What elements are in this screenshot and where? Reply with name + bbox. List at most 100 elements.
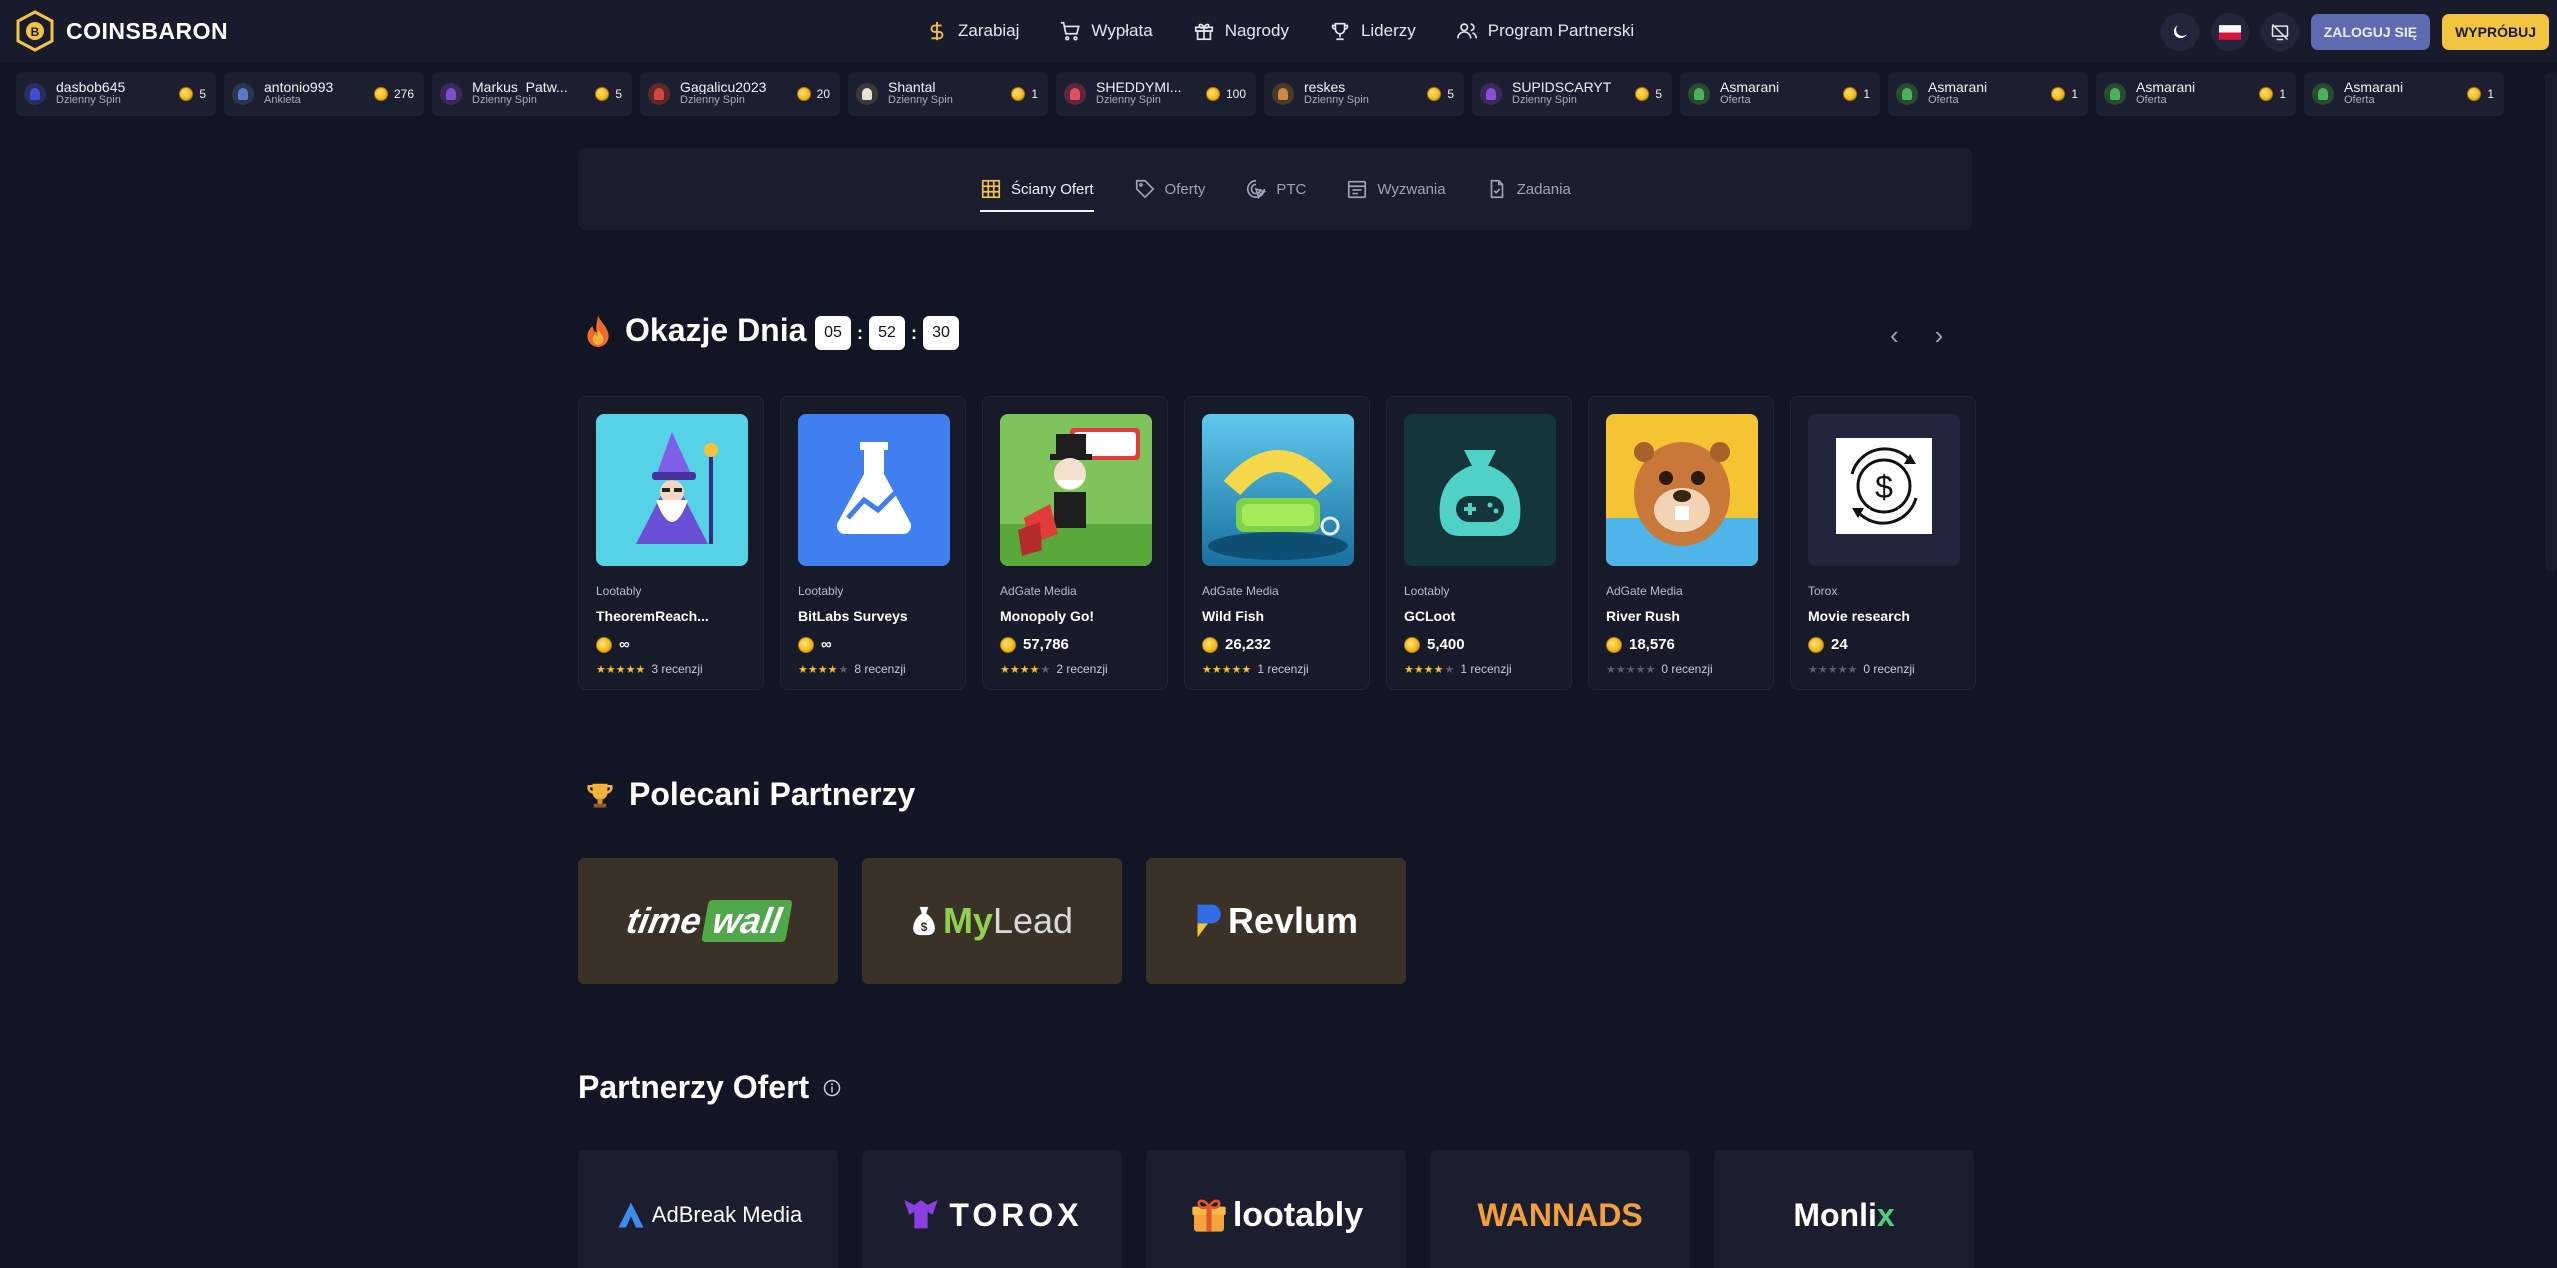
offer-card[interactable]: Lootably TheoremReach... ∞ ★★★★★ 3 recen… bbox=[578, 396, 764, 690]
partner-tile-adbreak[interactable]: AdBreak Media bbox=[578, 1150, 838, 1268]
tab-ptc[interactable]: PTC bbox=[1245, 148, 1306, 230]
feed-activity-type: Oferta bbox=[2136, 94, 2167, 106]
try-button[interactable]: WYPRÓBUJ bbox=[2442, 14, 2549, 50]
tab-offerwalls[interactable]: Ściany Ofert bbox=[980, 148, 1094, 230]
language-button[interactable] bbox=[2210, 13, 2249, 51]
tag-icon bbox=[1135, 179, 1154, 199]
beaver-image bbox=[1606, 414, 1758, 566]
tab-ptc-label: PTC bbox=[1276, 180, 1307, 198]
timewall-logo: time wall bbox=[623, 900, 793, 942]
partner-tile-monlix[interactable]: Monli x bbox=[1714, 1150, 1974, 1268]
tab-offers[interactable]: Oferty bbox=[1134, 148, 1205, 230]
coin-icon bbox=[1202, 636, 1218, 653]
header-actions: ZALOGUJ SIĘ WYPRÓBUJ bbox=[2160, 13, 2549, 51]
feed-activity-type: Dzienny Spin bbox=[888, 94, 953, 106]
offer-name: Movie research bbox=[1808, 608, 1910, 624]
offer-reviews: 0 recenzji bbox=[1661, 662, 1713, 676]
tab-tasks[interactable]: Zadania bbox=[1486, 148, 1571, 230]
chevron-left-icon[interactable]: ‹ bbox=[1890, 320, 1899, 351]
feed-item[interactable]: Shantal Dzienny Spin 1 bbox=[848, 72, 1048, 116]
feed-item[interactable]: Asmarani Oferta 1 bbox=[1680, 72, 1880, 116]
task-icon bbox=[1490, 179, 1503, 199]
brand-logo[interactable]: B COINSBARON bbox=[14, 10, 228, 52]
feed-item[interactable]: SHEDDYMI... Dzienny Spin 100 bbox=[1056, 72, 1256, 116]
offer-name: BitLabs Surveys bbox=[798, 608, 908, 624]
avatar bbox=[24, 83, 46, 105]
rating-stars: ★★★★★ bbox=[798, 663, 849, 676]
nav-leaders[interactable]: Liderzy bbox=[1329, 20, 1416, 42]
chevron-right-icon[interactable]: › bbox=[1935, 320, 1944, 351]
monlix-logo-text-b: x bbox=[1876, 1196, 1895, 1233]
feed-item[interactable]: Asmarani Oferta 1 bbox=[2096, 72, 2296, 116]
disable-animations-button[interactable] bbox=[2260, 13, 2299, 51]
theme-toggle-button[interactable] bbox=[2160, 13, 2199, 51]
feed-item[interactable]: Asmarani Oferta 1 bbox=[2304, 72, 2504, 116]
feed-item[interactable]: Markus_Patw... Dzienny Spin 5 bbox=[432, 72, 632, 116]
partner-tile-wannads[interactable]: WANNADS bbox=[1430, 1150, 1690, 1268]
rating-stars: ★★★★★ bbox=[1000, 663, 1051, 676]
nav-rewards[interactable]: Nagrody bbox=[1193, 20, 1289, 42]
tab-challenges[interactable]: Wyzwania bbox=[1346, 148, 1446, 230]
offer-card[interactable]: AdGate Media River Rush 18,576 ★★★★★ 0 r… bbox=[1588, 396, 1774, 690]
deals-title: Okazje Dnia bbox=[625, 312, 807, 348]
avatar bbox=[1896, 83, 1918, 105]
page-scrollbar[interactable] bbox=[2545, 72, 2557, 572]
offer-card[interactable]: AdGate Media Wild Fish 26,232 ★★★★★ 1 re… bbox=[1184, 396, 1370, 690]
offer-provider: Lootably bbox=[1404, 584, 1450, 598]
offer-reviews: 0 recenzji bbox=[1863, 662, 1915, 676]
earn-tabs-panel: Ściany Ofert Oferty PTC Wyzwania Zadania bbox=[578, 148, 1972, 230]
feed-item[interactable]: Asmarani Oferta 1 bbox=[1888, 72, 2088, 116]
feed-item[interactable]: Gagalicu2023 Dzienny Spin 20 bbox=[640, 72, 840, 116]
feed-activity-type: Dzienny Spin bbox=[1304, 94, 1369, 106]
partner-tile-torox[interactable]: TOROX bbox=[862, 1150, 1122, 1268]
feed-username: dasbob645 bbox=[56, 81, 126, 94]
feed-amount: 5 bbox=[615, 87, 622, 101]
offer-card[interactable]: $ Torox Movie research 24 ★★★★★ 0 recenz… bbox=[1790, 396, 1976, 690]
feed-username: Asmarani bbox=[1928, 81, 1988, 94]
feed-username: Gagalicu2023 bbox=[680, 81, 767, 94]
rating-stars: ★★★★★ bbox=[596, 663, 646, 676]
nav-earn[interactable]: Zarabiaj bbox=[926, 20, 1019, 42]
feed-activity-type: Oferta bbox=[2344, 94, 2375, 106]
feed-item[interactable]: antonio993 Ankieta 276 bbox=[224, 72, 424, 116]
nav-rewards-label: Nagrody bbox=[1224, 21, 1289, 40]
offer-card[interactable]: Lootably GCLoot 5,400 ★★★★ ★ 1 recenzji bbox=[1386, 396, 1572, 690]
countdown-minutes: 52 bbox=[869, 316, 905, 350]
feed-item[interactable]: SUPIDSCARYT Dzienny Spin 5 bbox=[1472, 72, 1672, 116]
cursor-click-icon bbox=[1247, 179, 1267, 200]
avatar bbox=[440, 83, 462, 105]
offer-card[interactable]: Lootably BitLabs Surveys ∞ ★★★★ ★ 8 recen… bbox=[780, 396, 966, 690]
nav-affiliate[interactable]: Program Partnerski bbox=[1456, 20, 1634, 42]
feed-item[interactable]: dasbob645 Dzienny Spin 5 bbox=[16, 72, 216, 116]
info-icon[interactable] bbox=[823, 1079, 841, 1097]
monlix-logo-text-a: Monli bbox=[1793, 1196, 1877, 1233]
partner-tile-revlum[interactable]: Revlum bbox=[1146, 858, 1406, 984]
offer-reward: ∞ bbox=[821, 636, 832, 653]
coin-icon bbox=[596, 636, 612, 653]
deals-countdown: 05 : 52 : 30 bbox=[815, 316, 959, 350]
feed-amount: 276 bbox=[393, 87, 414, 101]
avatar bbox=[648, 83, 670, 105]
rating-stars: ★★★★★ bbox=[1606, 663, 1656, 676]
svg-text:$: $ bbox=[921, 920, 928, 934]
offer-name: TheoremReach... bbox=[596, 608, 709, 624]
nav-withdraw[interactable]: Wypłata bbox=[1059, 20, 1153, 42]
avatar bbox=[1272, 83, 1294, 105]
feed-username: Markus_Patw... bbox=[472, 81, 568, 94]
feed-item[interactable]: reskes Dzienny Spin 5 bbox=[1264, 72, 1464, 116]
main-nav: Zarabiaj Wypłata Nagrody Liderzy Program… bbox=[926, 0, 1634, 62]
coin-icon bbox=[2051, 87, 2066, 101]
countdown-separator: : bbox=[857, 322, 863, 343]
coin-icon bbox=[798, 636, 814, 653]
partner-tile-lootably[interactable]: lootably bbox=[1146, 1150, 1406, 1268]
partner-tile-timewall[interactable]: time wall bbox=[578, 858, 838, 984]
login-button[interactable]: ZALOGUJ SIĘ bbox=[2310, 14, 2431, 50]
adbreak-logo: AdBreak Media bbox=[614, 1200, 802, 1230]
feed-amount: 5 bbox=[199, 87, 206, 101]
partner-tile-mylead[interactable]: $ My Lead bbox=[862, 858, 1122, 984]
fire-icon bbox=[587, 314, 609, 347]
wizard-icon bbox=[596, 414, 748, 566]
users-icon bbox=[1456, 23, 1477, 39]
offer-card[interactable]: AdGate Media Monopoly Go! 57,786 ★★★★ ★ 2… bbox=[982, 396, 1168, 690]
avatar bbox=[2104, 83, 2126, 105]
